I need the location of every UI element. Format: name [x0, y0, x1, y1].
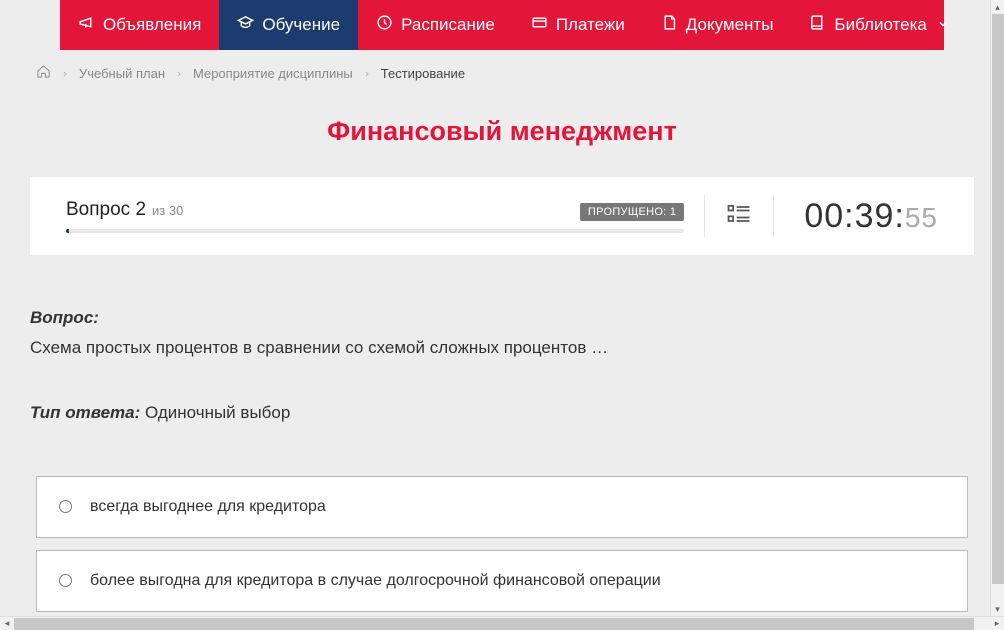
answer-type-value: Одиночный выбор	[140, 403, 290, 422]
doc-icon	[661, 14, 678, 36]
scroll-up-arrow-icon[interactable]: ▴	[995, 0, 1000, 14]
timer: 00:39:55	[804, 197, 938, 236]
horizontal-scrollbar[interactable]: ◂ ▸	[0, 616, 1004, 630]
question-block: Вопрос: Схема простых процентов в сравне…	[30, 305, 974, 630]
question-list-button[interactable]	[704, 195, 774, 237]
question-number: Вопрос 2	[66, 199, 146, 221]
nav-label: Библиотека	[834, 15, 926, 35]
scrollbar-thumb[interactable]	[992, 14, 1004, 584]
vertical-scrollbar[interactable]: ▴ ▾	[990, 0, 1004, 616]
timer-main: 00:39:	[804, 197, 905, 236]
page-title: Финансовый менеджмент	[30, 91, 974, 177]
breadcrumb: Учебный план Мероприятие дисциплины Тест…	[30, 50, 974, 91]
nav-announcements[interactable]: Объявления	[60, 0, 219, 50]
option-text: всегда выгоднее для кредитора	[90, 495, 326, 519]
book-icon	[809, 14, 826, 36]
answer-type-label: Тип ответа:	[30, 403, 140, 422]
answer-options: всегда выгоднее для кредитора более выго…	[30, 476, 974, 630]
nav-label: Документы	[686, 15, 774, 35]
skipped-badge: ПРОПУЩЕНО: 1	[580, 203, 684, 221]
nav-documents[interactable]: Документы	[643, 0, 792, 50]
scrollbar-thumb[interactable]	[14, 618, 974, 630]
card-icon	[531, 14, 548, 36]
status-bar: Вопрос 2 из 30 ПРОПУЩЕНО: 1 00:39:55	[30, 177, 974, 255]
breadcrumb-link[interactable]: Учебный план	[79, 66, 165, 81]
nav-label: Расписание	[401, 15, 495, 35]
nav-label: Обучение	[262, 15, 340, 35]
list-icon	[725, 200, 753, 233]
radio-input[interactable]	[59, 574, 72, 587]
question-total: из 30	[152, 203, 183, 218]
grad-cap-icon	[237, 14, 254, 36]
scroll-left-arrow-icon[interactable]: ◂	[0, 618, 14, 629]
home-icon[interactable]	[36, 64, 51, 82]
breadcrumb-current: Тестирование	[381, 66, 465, 81]
option-text: более выгодна для кредитора в случае дол…	[90, 569, 661, 593]
breadcrumb-link[interactable]: Мероприятие дисциплины	[193, 66, 353, 81]
nav-payments[interactable]: Платежи	[513, 0, 643, 50]
nav-label: Платежи	[556, 15, 625, 35]
chevron-right-icon	[363, 66, 371, 81]
chevron-down-icon	[935, 15, 949, 35]
nav-schedule[interactable]: Расписание	[358, 0, 513, 50]
chevron-right-icon	[61, 66, 69, 81]
chevron-right-icon	[175, 66, 183, 81]
scroll-right-arrow-icon[interactable]: ▸	[990, 618, 1004, 629]
nav-learning[interactable]: Обучение	[219, 0, 358, 50]
radio-input[interactable]	[59, 500, 72, 513]
main-nav: Объявления Обучение Расписание Платежи	[60, 0, 944, 50]
progress-bar	[66, 229, 684, 233]
question-prompt-text: Схема простых процентов в сравнении со с…	[30, 335, 974, 361]
bullhorn-icon	[78, 14, 95, 36]
timer-seconds: 55	[905, 202, 938, 234]
answer-option[interactable]: более выгодна для кредитора в случае дол…	[36, 550, 968, 612]
question-progress: Вопрос 2 из 30 ПРОПУЩЕНО: 1	[66, 199, 684, 233]
scroll-down-arrow-icon[interactable]: ▾	[995, 602, 1000, 616]
question-prompt-label: Вопрос:	[30, 305, 974, 331]
nav-label: Объявления	[103, 15, 201, 35]
clock-icon	[376, 14, 393, 36]
nav-library[interactable]: Библиотека	[791, 0, 966, 50]
answer-option[interactable]: всегда выгоднее для кредитора	[36, 476, 968, 538]
